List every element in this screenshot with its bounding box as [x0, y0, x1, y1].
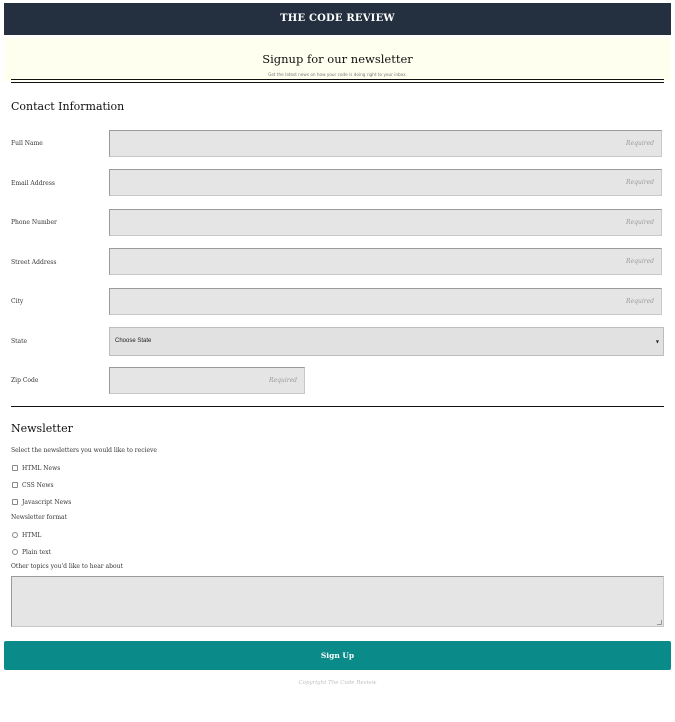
radio-button[interactable]: [12, 549, 18, 555]
checkbox[interactable]: [12, 482, 18, 488]
radio-button[interactable]: [12, 532, 18, 538]
resize-handle-icon[interactable]: [657, 620, 662, 625]
checkbox[interactable]: [12, 499, 18, 505]
newsletter-select-prompt: Select the newsletters you would like to…: [11, 447, 157, 454]
radio-label: HTML: [22, 531, 42, 539]
site-title: THE CODE REVIEW: [280, 13, 395, 24]
radio-html[interactable]: HTML: [12, 530, 41, 540]
footer-copyright: Copyright The Code Review: [298, 680, 377, 686]
state-label: State: [11, 338, 28, 345]
checkbox-javascript-news[interactable]: Javascript News: [12, 497, 71, 507]
radio-label: Plain text: [22, 548, 51, 556]
street-label: Street Address: [11, 259, 57, 266]
topics-label: Other topics you'd like to hear about: [11, 563, 123, 570]
street-input[interactable]: [109, 248, 662, 275]
state-select[interactable]: Choose State ▼: [109, 327, 664, 356]
full-name-input[interactable]: [109, 130, 662, 157]
phone-input[interactable]: [109, 209, 662, 236]
email-label: Email Address: [11, 180, 55, 187]
section-divider: [11, 406, 664, 407]
newsletter-heading: Newsletter: [11, 422, 73, 435]
topics-textarea[interactable]: [11, 576, 664, 627]
email-input[interactable]: [109, 169, 662, 196]
radio-plain-text[interactable]: Plain text: [12, 547, 51, 557]
phone-label: Phone Number: [11, 219, 57, 226]
dropdown-arrow-icon: ▼: [655, 339, 659, 344]
city-label: City: [11, 298, 24, 305]
checkbox-css-news[interactable]: CSS News: [12, 480, 54, 490]
city-input[interactable]: [109, 288, 662, 315]
section-divider: [11, 79, 664, 83]
hero-title: Signup for our newsletter: [262, 52, 413, 66]
site-header: THE CODE REVIEW: [4, 3, 671, 35]
full-name-label: Full Name: [11, 140, 43, 147]
checkbox-label: HTML News: [22, 464, 61, 472]
contact-heading: Contact Information: [11, 100, 125, 113]
format-label: Newsletter format: [11, 514, 68, 521]
checkbox[interactable]: [12, 465, 18, 471]
checkbox-html-news[interactable]: HTML News: [12, 463, 60, 473]
hero-subtitle: Get the latest news on how your code is …: [268, 72, 407, 77]
checkbox-label: Javascript News: [22, 498, 72, 506]
checkbox-label: CSS News: [22, 481, 54, 489]
signup-button[interactable]: Sign Up: [4, 641, 671, 670]
zip-label: Zip Code: [11, 377, 39, 384]
hero-banner: Signup for our newsletter Get the latest…: [4, 38, 671, 81]
state-select-value: Choose State: [115, 338, 152, 344]
zip-input[interactable]: [109, 367, 305, 394]
